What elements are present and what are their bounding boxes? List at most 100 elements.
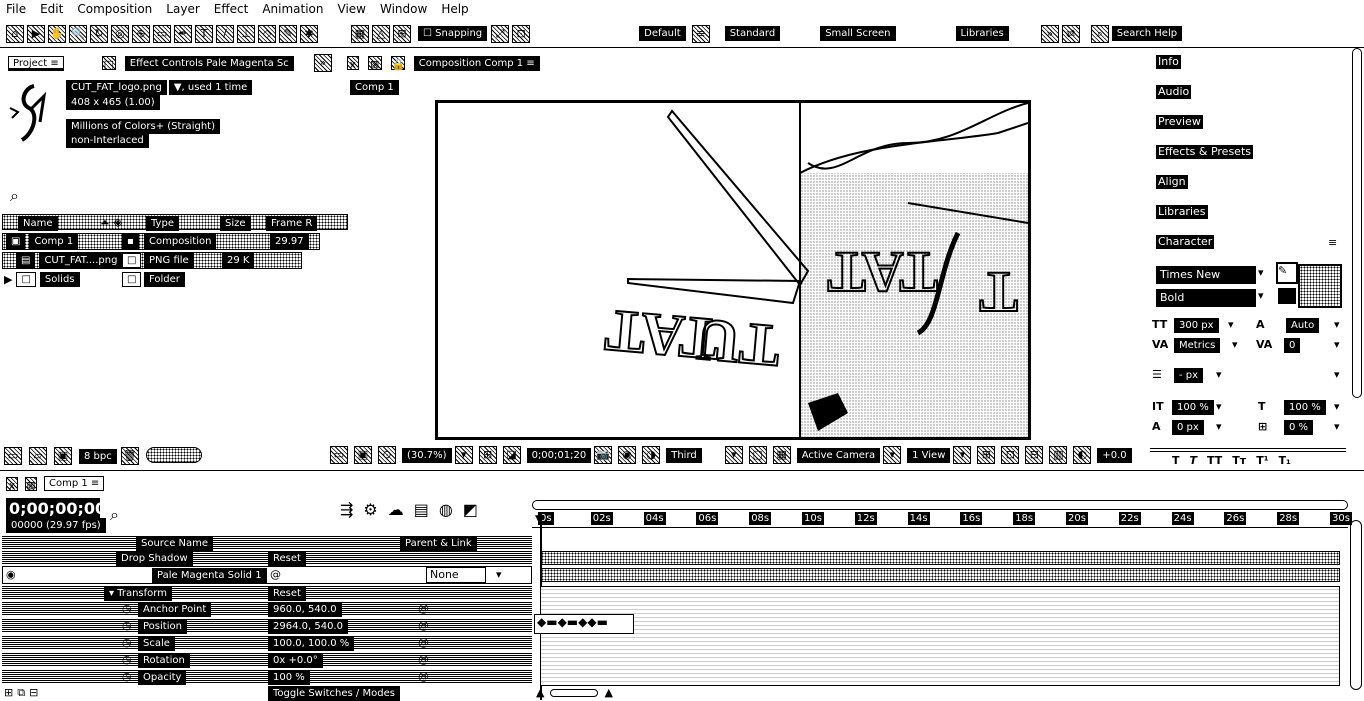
resolution-dropdown-icon[interactable]: ▾	[724, 446, 743, 464]
graph-editor-icon[interactable]: ◩	[463, 500, 478, 519]
transform-row[interactable]	[2, 586, 532, 600]
motion-blur-icon[interactable]: ◍	[439, 500, 453, 519]
work-area-bar[interactable]	[532, 500, 1348, 510]
tracking-dropdown-icon[interactable]: ▾	[1334, 338, 1340, 351]
workspace-libraries[interactable]: Libraries	[955, 26, 1009, 41]
baseline-dropdown-icon[interactable]: ▾	[1216, 420, 1222, 433]
home-icon[interactable]: ⌂	[6, 24, 24, 43]
composition-tab[interactable]: Composition Comp 1 ≡	[413, 55, 540, 71]
stopwatch-icon[interactable]: ◷	[122, 619, 132, 632]
zoom-in-mountain-icon[interactable]: ▲	[604, 686, 612, 699]
expression-pickwhip-icon[interactable]: @	[418, 619, 429, 632]
playhead-handle-icon[interactable]: ▼	[535, 512, 544, 526]
pen-tool-icon[interactable]: ✒	[174, 24, 192, 43]
timeline-zoom-slider[interactable]	[550, 688, 599, 697]
stroke-dropdown-icon[interactable]: ▾	[1216, 368, 1222, 381]
trash-icon[interactable]: 🗑	[120, 447, 139, 465]
workspace-menu-icon[interactable]: ≡	[691, 24, 710, 43]
font-dropdown-icon[interactable]: ▾	[1258, 266, 1264, 279]
vertical-scale-value[interactable]: 100 %	[1172, 400, 1214, 415]
layer-name[interactable]: Pale Magenta Solid 1	[152, 568, 267, 583]
expression-pickwhip-icon[interactable]: @	[418, 636, 429, 649]
region-icon[interactable]: ▢	[748, 446, 767, 464]
timeline-scrollbar[interactable]	[1350, 520, 1362, 690]
panel-overflow-icon[interactable]: »	[313, 54, 332, 72]
rectangle-tool-icon[interactable]: ▭	[153, 24, 171, 43]
rotate-tool-icon[interactable]: ↻	[90, 24, 108, 43]
snapping-toggle[interactable]: ☐ Snapping	[418, 26, 488, 41]
property-value[interactable]: 100.0, 100.0 %	[268, 636, 355, 651]
menu-help[interactable]: Help	[441, 2, 468, 16]
viewer-timecode[interactable]: 0;00;01;20	[526, 447, 592, 463]
snapshot-icon[interactable]: 📷	[594, 446, 613, 464]
comp-chip[interactable]: Comp 1	[350, 80, 399, 95]
roto-tool-icon[interactable]: ✎	[279, 24, 297, 43]
flowchart-icon[interactable]: ⊟	[1025, 446, 1044, 464]
render-time-icon[interactable]: ⊞	[4, 686, 13, 700]
stroke-width-value[interactable]: - px	[1174, 368, 1204, 383]
font-size-dropdown-icon[interactable]: ▾	[1228, 318, 1234, 331]
all-caps-button[interactable]: TT	[1207, 454, 1222, 467]
panel-effects-presets[interactable]: Effects & Presets	[1156, 145, 1253, 159]
horizontal-scale-value[interactable]: 100 %	[1284, 400, 1326, 415]
composition-flowchart-icon[interactable]: ⇶	[340, 500, 353, 519]
transform-reset[interactable]: Reset	[268, 586, 306, 601]
label-swatch[interactable]: □	[122, 272, 142, 287]
toggle-switches-modes[interactable]: Toggle Switches / Modes	[268, 686, 400, 701]
zoom-dropdown-icon[interactable]: ▾	[454, 446, 473, 464]
project-tab[interactable]: Project ≡	[8, 55, 64, 71]
stroke-style-dropdown-icon[interactable]: ▾	[1334, 368, 1340, 381]
project-search-icon[interactable]: ⌕	[10, 186, 19, 206]
menu-layer[interactable]: Layer	[166, 2, 199, 16]
timeline-close-icon[interactable]: x	[6, 476, 18, 492]
bit-depth[interactable]: 8 bpc	[79, 448, 117, 464]
col-name[interactable]: Name	[18, 216, 58, 231]
thumbnail-slider[interactable]	[146, 447, 202, 463]
col-type[interactable]: Type	[146, 216, 179, 231]
menu-composition[interactable]: Composition	[77, 2, 152, 16]
property-row[interactable]	[2, 636, 532, 650]
3d-renderer-icon[interactable]: ▥	[1049, 446, 1068, 464]
expression-pickwhip-icon[interactable]: @	[418, 602, 429, 615]
vr-icon[interactable]: ⊙	[378, 446, 396, 464]
menu-window[interactable]: Window	[380, 2, 427, 16]
stopwatch-icon[interactable]: ◷	[122, 653, 132, 666]
col-frame-rate[interactable]: Frame R	[266, 216, 318, 231]
kerning-value[interactable]: Metrics	[1174, 338, 1221, 353]
workspace-small-screen[interactable]: Small Screen	[820, 26, 896, 41]
color-icon[interactable]: ◑	[642, 446, 661, 464]
property-row[interactable]	[2, 602, 532, 616]
shy-layers-icon[interactable]: ☁	[388, 500, 404, 519]
subscript-button[interactable]: T₁	[1279, 454, 1291, 467]
stroke-color-swatch[interactable]	[1278, 288, 1296, 304]
property-value[interactable]: 100 %	[268, 670, 310, 685]
menu-effect[interactable]: Effect	[214, 2, 249, 16]
menu-file[interactable]: File	[6, 2, 26, 16]
drop-shadow-row[interactable]	[2, 551, 532, 565]
source-name-header[interactable]: Source Name	[136, 536, 214, 551]
interpret-footage-icon[interactable]: ▭	[4, 447, 22, 465]
zoom-tool-icon[interactable]: 🔍	[69, 24, 87, 43]
label-swatch[interactable]: □	[122, 253, 142, 268]
type-tool-icon[interactable]: T	[195, 24, 213, 43]
close-icon[interactable]: x	[346, 56, 359, 71]
font-family-select[interactable]: Times New Roman	[1156, 266, 1256, 297]
kerning-dropdown-icon[interactable]: ▾	[1232, 338, 1238, 351]
eye-icon[interactable]: ◉	[6, 568, 16, 581]
new-comp-icon[interactable]: ▣	[54, 447, 72, 465]
reset-exposure-icon[interactable]: ◐	[1073, 446, 1092, 464]
leading-dropdown-icon[interactable]: ▾	[1334, 318, 1340, 331]
camera-select[interactable]: Active Camera	[796, 447, 881, 463]
expression-pickwhip-icon[interactable]: @	[418, 653, 429, 666]
mask-icon[interactable]: ◪	[502, 446, 521, 464]
faux-bold-button[interactable]: T	[1172, 454, 1180, 467]
lock-icon[interactable]: □	[101, 56, 116, 71]
always-preview-icon[interactable]: ▭	[330, 446, 348, 464]
padlock-icon[interactable]: 🔒	[390, 56, 405, 71]
layer-track-bar[interactable]	[540, 568, 1340, 582]
keyframe-icon[interactable]: ◆▬◆▬◆◆▬	[535, 615, 608, 629]
vscale-dropdown-icon[interactable]: ▾	[1216, 400, 1222, 413]
workspace-standard[interactable]: Standard	[724, 26, 781, 41]
baseline-shift-value[interactable]: 0 px	[1172, 420, 1204, 435]
small-caps-button[interactable]: Tт	[1232, 454, 1246, 467]
